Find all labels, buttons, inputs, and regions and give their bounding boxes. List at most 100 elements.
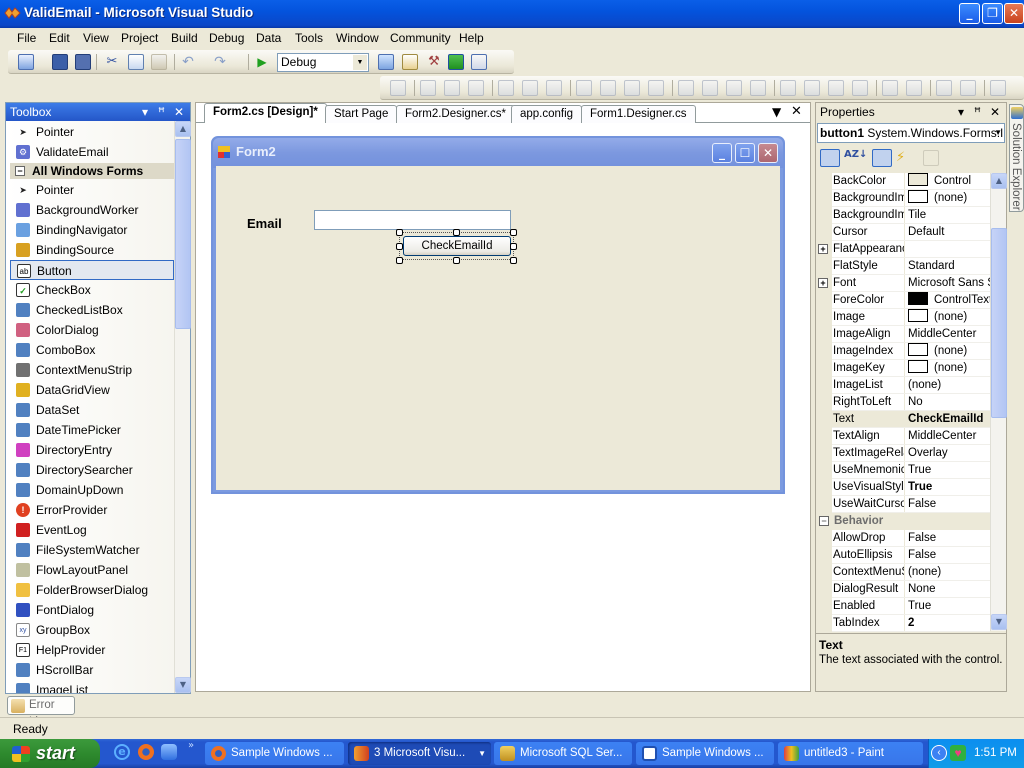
property-value[interactable]: False (908, 547, 990, 563)
align-middles-icon[interactable] (522, 80, 538, 96)
paste-icon[interactable] (151, 54, 167, 70)
toolbox-item[interactable]: ⚙ ValidateEmail (10, 142, 174, 162)
horizontal-spacing-equal-icon[interactable] (678, 80, 694, 96)
property-row-enabled[interactable]: Enabled True (832, 598, 990, 615)
make-same-width-icon[interactable] (576, 80, 592, 96)
property-value[interactable]: False (908, 496, 990, 512)
property-value[interactable]: No (908, 394, 990, 410)
resize-handle[interactable] (396, 243, 403, 250)
property-row-backgroundimage[interactable]: BackgroundIma (none) (832, 190, 990, 207)
property-row-imagelist[interactable]: ImageList (none) (832, 377, 990, 394)
align-bottoms-icon[interactable] (546, 80, 562, 96)
toolbox-item-folderbrowserdialog[interactable]: FolderBrowserDialog (10, 580, 174, 600)
scroll-down-icon[interactable]: ▼ (991, 614, 1007, 630)
resize-handle[interactable] (510, 257, 517, 264)
property-value[interactable]: True (908, 462, 990, 478)
toolbox-item-contextmenustrip[interactable]: ContextMenuStrip (10, 360, 174, 380)
command-window-icon[interactable] (471, 54, 487, 70)
property-value[interactable]: False (908, 530, 990, 546)
menu-help[interactable]: Help (459, 31, 484, 45)
center-horizontally-icon[interactable] (882, 80, 898, 96)
expand-icon[interactable]: + (818, 244, 828, 254)
task-firefox[interactable]: Sample Windows ... (205, 742, 344, 765)
align-tops-icon[interactable] (498, 80, 514, 96)
resize-handle[interactable] (396, 257, 403, 264)
solution-configuration-dropdown[interactable]: Debug ▼ (277, 53, 369, 72)
start-debug-icon[interactable]: ▶ (254, 54, 270, 70)
auto-hide-pin-icon[interactable]: ꟸ (158, 105, 165, 119)
property-row-font[interactable]: + FontMicrosoft Sans Se (818, 275, 990, 292)
properties-scrollbar[interactable]: ▲ ▼ (990, 173, 1007, 631)
toolbox-item-datagridview[interactable]: DataGridView (10, 380, 174, 400)
property-value[interactable]: CheckEmailId (908, 411, 990, 427)
properties-view-icon[interactable] (872, 149, 892, 167)
menu-debug[interactable]: Debug (209, 31, 244, 45)
show-hidden-icons-button[interactable]: ‹ (931, 745, 947, 761)
title-bar[interactable]: ValidEmail - Microsoft Visual Studio _ ❐… (0, 0, 1024, 28)
decrease-horizontal-spacing-icon[interactable] (726, 80, 742, 96)
tab-form1-designer-cs[interactable]: Form1.Designer.cs (581, 105, 696, 123)
property-row-backgroundimagelayout[interactable]: BackgroundImaTile (832, 207, 990, 224)
property-row-contextmenustrip[interactable]: ContextMenuS (none) (832, 564, 990, 581)
property-value[interactable]: ControlText (908, 292, 990, 308)
property-row-textimagerelation[interactable]: TextImageRela Overlay (832, 445, 990, 462)
menu-data[interactable]: Data (256, 31, 281, 45)
menu-file[interactable]: File (17, 31, 36, 45)
cut-icon[interactable]: ✂ (104, 54, 120, 70)
tab-app-config[interactable]: app.config (511, 105, 583, 123)
menu-view[interactable]: View (83, 31, 109, 45)
toolbox-item-button[interactable]: ab Button (10, 260, 174, 280)
toolbox-item-domainupdown[interactable]: DomainUpDown (10, 480, 174, 500)
category-behavior[interactable]: − Behavior (817, 513, 990, 530)
close-document-icon[interactable]: ✕ (791, 104, 802, 119)
object-browser-icon[interactable] (448, 54, 464, 70)
solution-explorer-icon[interactable] (378, 54, 394, 70)
resize-handle[interactable] (396, 229, 403, 236)
property-row-textalign[interactable]: TextAlign MiddleCenter (832, 428, 990, 445)
quicklaunch-overflow-icon[interactable]: » (188, 740, 194, 751)
property-row-imageindex[interactable]: ImageIndex (none) (832, 343, 990, 360)
events-icon[interactable]: ⚡ (896, 150, 912, 166)
resize-handle[interactable] (510, 243, 517, 250)
toolbox-item-directoryentry[interactable]: DirectoryEntry (10, 440, 174, 460)
property-row-tabindex[interactable]: TabIndex 2 (832, 615, 990, 632)
property-value[interactable]: 2 (908, 615, 990, 631)
restore-button[interactable]: ❐ (982, 3, 1003, 24)
property-row-usemnemonic[interactable]: UseMnemonic True (832, 462, 990, 479)
send-to-back-icon[interactable] (960, 80, 976, 96)
property-row-autoellipsis[interactable]: AutoEllipsis False (832, 547, 990, 564)
property-row-usevisualstylebackcolor[interactable]: UseVisualStyleITrue (832, 479, 990, 496)
toolbox-item-fontdialog[interactable]: FontDialog (10, 600, 174, 620)
toolbox-item-directorysearcher[interactable]: DirectorySearcher (10, 460, 174, 480)
property-value[interactable]: True (908, 598, 990, 614)
toolbox-item-checkbox[interactable]: ✓ CheckBox (10, 280, 174, 300)
check-email-button[interactable]: CheckEmailId (403, 236, 511, 256)
property-row-usewaitcursor[interactable]: UseWaitCursor False (832, 496, 990, 513)
property-value[interactable]: (none) (908, 564, 990, 580)
property-pages-icon[interactable] (923, 150, 939, 166)
toolbox-item-eventlog[interactable]: EventLog (10, 520, 174, 540)
menu-project[interactable]: Project (121, 31, 158, 45)
active-files-dropdown-icon[interactable]: ▼ (772, 105, 781, 119)
property-row-imagealign[interactable]: ImageAlign MiddleCenter (832, 326, 990, 343)
close-panel-icon[interactable]: ✕ (990, 105, 1000, 119)
save-all-icon[interactable] (75, 54, 91, 70)
make-same-height-icon[interactable] (600, 80, 616, 96)
property-value[interactable]: Default (908, 224, 990, 240)
property-value[interactable]: Standard (908, 258, 990, 274)
error-list-tab[interactable]: Error List (7, 696, 75, 728)
scroll-down-icon[interactable]: ▼ (175, 677, 191, 693)
expand-icon[interactable]: + (818, 278, 828, 288)
toolbox-item-helpprovider[interactable]: F1 HelpProvider (10, 640, 174, 660)
align-lefts-icon[interactable] (420, 80, 436, 96)
increase-vertical-spacing-icon[interactable] (804, 80, 820, 96)
auto-hide-pin-icon[interactable]: ꟸ (974, 105, 981, 119)
property-row-dialogresult[interactable]: DialogResult None (832, 581, 990, 598)
remove-horizontal-spacing-icon[interactable] (750, 80, 766, 96)
tab-form2-designer-cs[interactable]: Form2.Designer.cs* (396, 105, 515, 123)
save-icon[interactable] (52, 54, 68, 70)
toolbox-item-bindingsource[interactable]: BindingSource (10, 240, 174, 260)
firefox-quicklaunch-icon[interactable] (138, 744, 154, 760)
task-word[interactable]: Sample Windows ... (636, 742, 774, 765)
remove-vertical-spacing-icon[interactable] (852, 80, 868, 96)
